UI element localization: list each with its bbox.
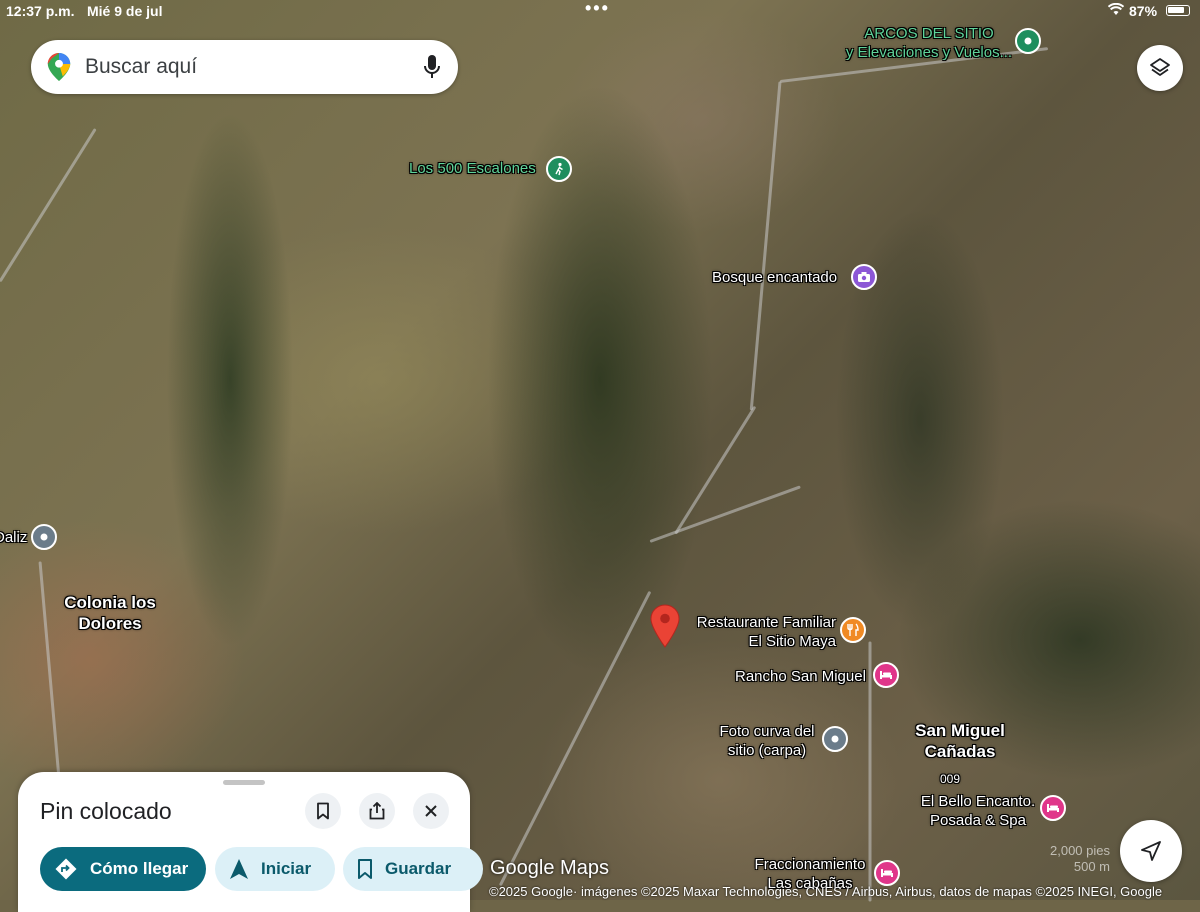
search-input[interactable]: Buscar aquí (85, 55, 197, 79)
wifi-icon (1107, 2, 1125, 19)
save-label: Guardar (385, 859, 452, 878)
poi-label: Rancho San Miguel (735, 668, 866, 685)
dropped-pin-marker[interactable] (650, 604, 680, 648)
status-time: 12:37 p.m. (6, 3, 75, 19)
multitask-dots-icon[interactable]: ••• (585, 0, 610, 17)
start-label: Iniciar (261, 859, 312, 878)
poi-label: El Bello Encanto. Posada & Spa (920, 793, 1036, 829)
map-scale: 2,000 pies 500 m (1040, 843, 1110, 875)
navigation-arrow-icon (1141, 841, 1161, 861)
map-road (749, 81, 782, 411)
directions-icon (55, 858, 77, 880)
google-maps-watermark: Google Maps (490, 857, 609, 879)
directions-label: Cómo llegar (90, 859, 189, 878)
place-bottom-sheet[interactable]: Pin colocado Cómo llegar Iniciar Guardar (18, 772, 483, 912)
status-bar: 12:37 p.m. Mié 9 de jul ••• 87% (0, 0, 1200, 22)
poi-label: Bosque encantado (712, 269, 838, 286)
google-maps-logo-icon (47, 53, 71, 81)
status-date: Mié 9 de jul (87, 3, 163, 19)
location-dot-icon (822, 726, 848, 752)
share-icon (369, 802, 385, 820)
bookmark-icon (358, 859, 372, 879)
close-button[interactable] (413, 793, 449, 829)
navigation-arrow-icon (230, 859, 248, 879)
place-label-colonia-los-dolores: Colonia los Dolores (64, 593, 156, 633)
share-button[interactable] (359, 793, 395, 829)
place-label-san-miguel-canadas: San Miguel Cañadas (915, 721, 1005, 761)
park-icon (1015, 28, 1041, 54)
road-number-label: 009 (939, 772, 961, 786)
layers-icon (1150, 58, 1170, 76)
location-dot-icon (31, 524, 57, 550)
battery-icon (1166, 5, 1190, 16)
search-bar[interactable]: Buscar aquí (31, 40, 458, 94)
poi-label: ARCOS DEL SITIO y Elevaciones y Vuelos..… (845, 25, 1013, 61)
poi-label: Daliz (0, 529, 28, 546)
sheet-drag-handle[interactable] (223, 780, 265, 785)
camera-icon (851, 264, 877, 290)
poi-label: Foto curva del sitio (carpa) (719, 723, 815, 759)
sheet-title: Pin colocado (40, 798, 172, 824)
bed-icon (873, 662, 899, 688)
map-road (649, 485, 801, 543)
scale-imperial: 2,000 pies (1050, 843, 1110, 858)
bookmark-icon (317, 802, 329, 820)
layers-button[interactable] (1137, 45, 1183, 91)
trail-icon (546, 156, 572, 182)
map-attribution: ©2025 Google· imágenes ©2025 Maxar Techn… (489, 884, 1163, 899)
fork-knife-icon (840, 617, 866, 643)
satellite-map[interactable] (0, 0, 1200, 902)
map-road (0, 128, 97, 283)
directions-button[interactable]: Cómo llegar (40, 847, 206, 891)
poi-label: Restaurante Familiar El Sitio Maya (696, 614, 836, 650)
close-icon (425, 805, 437, 817)
bookmark-button[interactable] (305, 793, 341, 829)
map-road (498, 590, 652, 887)
save-button[interactable]: Guardar (343, 847, 483, 891)
my-location-button[interactable] (1120, 820, 1182, 882)
start-navigation-button[interactable]: Iniciar (215, 847, 335, 891)
battery-percentage: 87% (1129, 3, 1158, 19)
microphone-icon[interactable] (422, 54, 442, 80)
bed-icon (1040, 795, 1066, 821)
bed-icon (874, 860, 900, 886)
scale-metric: 500 m (1073, 859, 1110, 874)
poi-label: Los 500 Escalones (409, 160, 536, 177)
